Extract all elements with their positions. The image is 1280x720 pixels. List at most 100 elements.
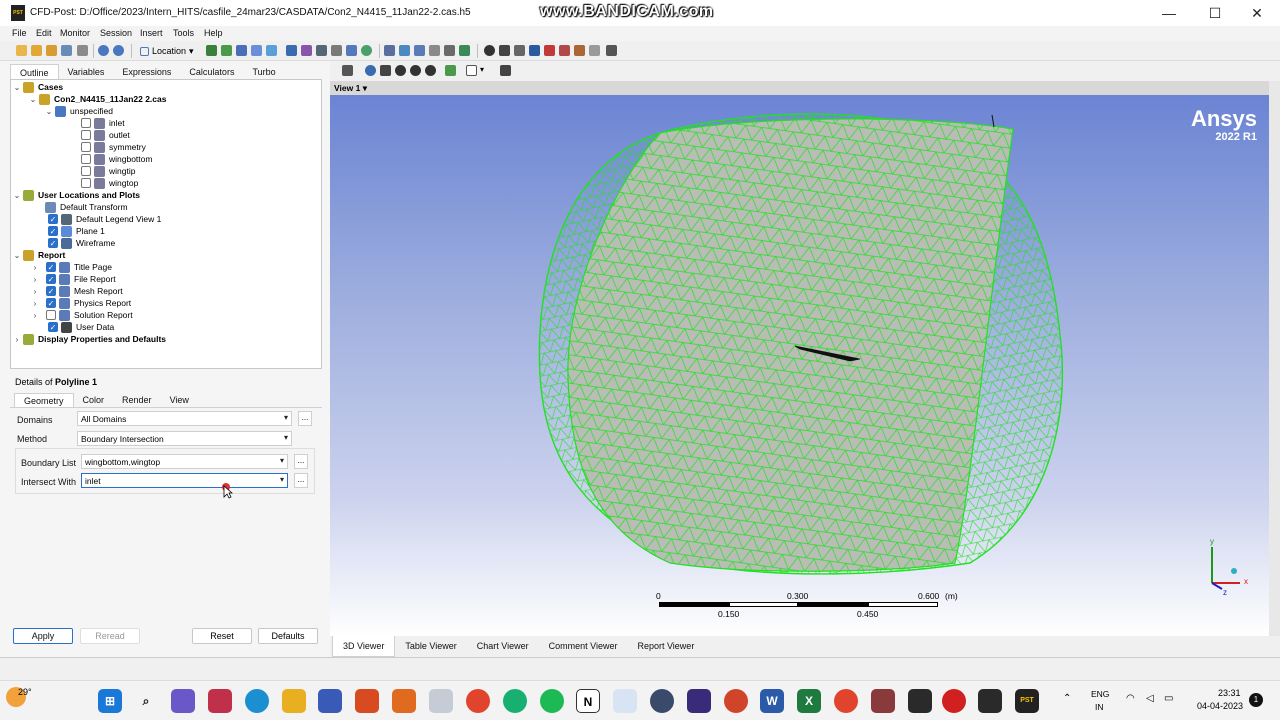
zoom-icon[interactable]: [395, 65, 406, 76]
view-select-label[interactable]: View 1 ▾: [334, 83, 367, 94]
chrome-icon[interactable]: [466, 689, 490, 713]
fluent-icon[interactable]: [908, 689, 932, 713]
boundary-list-browse-button[interactable]: ...: [294, 454, 308, 469]
wifi-icon[interactable]: ◠: [1126, 693, 1135, 704]
tab-geometry[interactable]: Geometry: [14, 393, 74, 408]
chrome-icon[interactable]: [834, 689, 858, 713]
terminal-icon[interactable]: [978, 689, 1002, 713]
load-state-icon[interactable]: [46, 45, 57, 56]
visibility-checkbox[interactable]: ✓: [48, 238, 58, 248]
coordinate-frame-icon[interactable]: [301, 45, 312, 56]
tab-table-viewer[interactable]: Table Viewer: [395, 636, 466, 657]
maximize-button[interactable]: ☐: [1192, 0, 1238, 26]
search-icon[interactable]: ⌕: [134, 689, 158, 713]
window-icon[interactable]: [429, 689, 453, 713]
tab-turbo[interactable]: Turbo: [243, 64, 284, 80]
powerpoint-icon[interactable]: [724, 689, 748, 713]
domains-browse-button[interactable]: ...: [298, 411, 312, 426]
text-icon[interactable]: [286, 45, 297, 56]
vector-icon[interactable]: [206, 45, 217, 56]
expand-icon[interactable]: ›: [31, 275, 39, 284]
tab-calculators[interactable]: Calculators: [180, 64, 243, 80]
office-icon[interactable]: [355, 689, 379, 713]
notion-icon[interactable]: N: [576, 689, 600, 713]
visibility-checkbox[interactable]: ✓: [46, 286, 56, 296]
menu-session[interactable]: Session: [100, 28, 132, 38]
chevron-up-icon[interactable]: ⌃: [1063, 693, 1071, 704]
save-icon[interactable]: [61, 45, 72, 56]
menu-tools[interactable]: Tools: [173, 28, 194, 38]
collapse-icon[interactable]: ⌄: [45, 107, 53, 116]
mesh-calculator-icon[interactable]: [574, 45, 585, 56]
tree-item-display-properties[interactable]: › Display Properties and Defaults: [13, 333, 166, 345]
tree-item-boundary[interactable]: wingbottom: [81, 153, 152, 165]
tab-chart-viewer[interactable]: Chart Viewer: [467, 636, 539, 657]
probe-icon[interactable]: [529, 45, 540, 56]
volume-icon[interactable]: ◁: [1146, 693, 1154, 704]
minimize-button[interactable]: —: [1146, 0, 1192, 26]
visibility-checkbox[interactable]: ✓: [46, 274, 56, 284]
animation-icon[interactable]: [499, 45, 510, 56]
zoom-box-icon[interactable]: [410, 65, 421, 76]
reset-button[interactable]: Reset: [192, 628, 252, 644]
cfd-post-icon[interactable]: PST: [1015, 689, 1039, 713]
menu-insert[interactable]: Insert: [140, 28, 163, 38]
expand-icon[interactable]: ›: [31, 299, 39, 308]
figure-icon[interactable]: [459, 45, 470, 56]
tree-item-legend[interactable]: ✓ Default Legend View 1: [48, 213, 161, 225]
menu-help[interactable]: Help: [204, 28, 223, 38]
redo-icon[interactable]: [113, 45, 124, 56]
color-map-icon[interactable]: [361, 45, 372, 56]
clip-plane-icon[interactable]: [346, 45, 357, 56]
tab-view[interactable]: View: [161, 393, 198, 408]
macro-calculator-icon[interactable]: [559, 45, 570, 56]
close-button[interactable]: ✕: [1234, 0, 1280, 26]
pan-icon[interactable]: [380, 65, 391, 76]
tab-color[interactable]: Color: [74, 393, 114, 408]
new-icon[interactable]: [16, 45, 27, 56]
rotate-icon[interactable]: [365, 65, 376, 76]
tree-item-case-file[interactable]: ⌄ Con2_N4415_11Jan22 2.cas: [29, 93, 166, 105]
detach-icon[interactable]: [500, 65, 511, 76]
streamline-icon[interactable]: [236, 45, 247, 56]
tree-item-default-transform[interactable]: Default Transform: [45, 201, 128, 213]
variable-icon[interactable]: [384, 45, 395, 56]
instance-transform-icon[interactable]: [331, 45, 342, 56]
collapse-icon[interactable]: ⌄: [29, 95, 37, 104]
visibility-checkbox[interactable]: [81, 118, 91, 128]
collapse-icon[interactable]: ⌄: [13, 191, 21, 200]
defaults-button[interactable]: Defaults: [258, 628, 318, 644]
select-icon[interactable]: [342, 65, 353, 76]
particle-track-icon[interactable]: [251, 45, 262, 56]
expand-icon[interactable]: ›: [31, 287, 39, 296]
visibility-checkbox[interactable]: [81, 130, 91, 140]
grammarly-icon[interactable]: [503, 689, 527, 713]
app-icon[interactable]: [871, 689, 895, 713]
tree-item-report-entry[interactable]: ✓ User Data: [48, 321, 114, 333]
tab-render[interactable]: Render: [113, 393, 161, 408]
calculator-icon[interactable]: [318, 689, 342, 713]
highlight-icon[interactable]: [445, 65, 456, 76]
menu-monitor[interactable]: Monitor: [60, 28, 90, 38]
tree-item-report-entry[interactable]: › ✓ Physics Report: [31, 297, 131, 309]
tree-item-boundary[interactable]: inlet: [81, 117, 125, 129]
tree-item-boundary[interactable]: wingtop: [81, 177, 138, 189]
start-icon[interactable]: ⊞: [98, 689, 122, 713]
tree-item-report-entry[interactable]: › ✓ File Report: [31, 273, 116, 285]
visibility-checkbox[interactable]: [81, 178, 91, 188]
case-comparison-icon[interactable]: [589, 45, 600, 56]
boundary-list-select[interactable]: wingbottom,wingtop ▾: [81, 454, 288, 469]
3d-canvas[interactable]: Ansys 2022 R1 0 0.300 0.600 (m) 0.150 0.…: [330, 95, 1269, 636]
open-icon[interactable]: [31, 45, 42, 56]
zoom-fit-icon[interactable]: [425, 65, 436, 76]
intersect-with-browse-button[interactable]: ...: [294, 473, 308, 488]
expand-icon[interactable]: ›: [31, 263, 39, 272]
file-explorer-icon[interactable]: [282, 689, 306, 713]
visibility-checkbox[interactable]: ✓: [48, 226, 58, 236]
visibility-checkbox[interactable]: [46, 310, 56, 320]
edge-icon[interactable]: [245, 689, 269, 713]
word-icon[interactable]: W: [760, 689, 784, 713]
notification-badge[interactable]: 1: [1249, 693, 1263, 707]
visibility-checkbox[interactable]: ✓: [46, 262, 56, 272]
expand-icon[interactable]: ›: [31, 311, 39, 320]
